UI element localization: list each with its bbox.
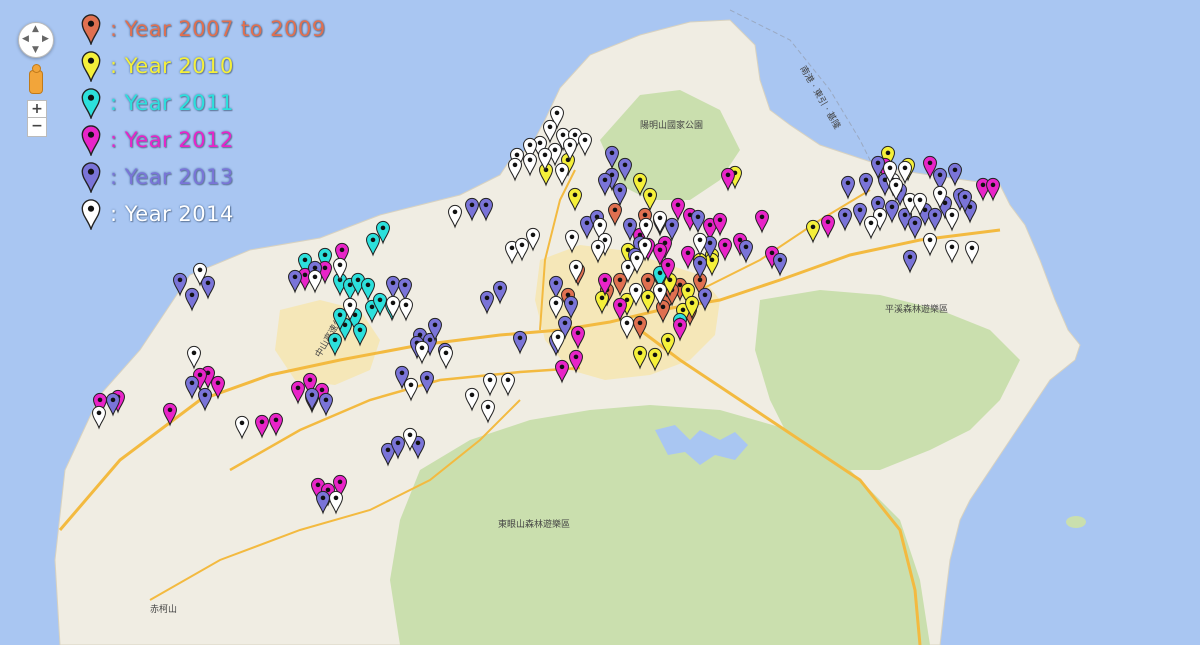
legend-label: : Year 2014 xyxy=(110,201,234,226)
legend-pin-icon xyxy=(81,198,101,230)
legend-pin-icon xyxy=(81,161,101,193)
pan-right-icon[interactable]: ▶ xyxy=(42,35,49,44)
legend-pin-icon xyxy=(81,50,101,82)
legend-pin-icon xyxy=(81,87,101,119)
label-pinglin: 平溪森林遊樂區 xyxy=(885,303,948,315)
legend-item-2012: : Year 2012 xyxy=(78,121,326,158)
street-view-pegman-icon[interactable] xyxy=(30,65,42,93)
legend: : Year 2007 to 2009 : Year 2010 : Year 2… xyxy=(78,10,326,232)
label-chikeshan: 赤柯山 xyxy=(150,603,177,615)
pan-left-icon[interactable]: ◀ xyxy=(22,35,29,44)
legend-item-2011: : Year 2011 xyxy=(78,84,326,121)
pan-up-icon[interactable]: ▲ xyxy=(32,25,39,34)
pan-control[interactable]: ▲ ▼ ◀ ▶ xyxy=(18,22,54,58)
label-yangmingshan: 陽明山國家公園 xyxy=(640,119,703,131)
label-dongyan: 東眼山森林遊樂區 xyxy=(498,518,570,530)
legend-item-2007-2009: : Year 2007 to 2009 xyxy=(78,10,326,47)
legend-label: : Year 2010 xyxy=(110,53,234,78)
legend-item-2010: : Year 2010 xyxy=(78,47,326,84)
legend-pin-icon xyxy=(81,124,101,156)
map-viewport[interactable]: 陽明山國家公園 平溪森林遊樂區 東眼山森林遊樂區 赤柯山 南港 · 東引 · 基… xyxy=(0,0,1200,645)
pan-down-icon[interactable]: ▼ xyxy=(32,46,39,55)
legend-pin-icon xyxy=(81,13,101,45)
legend-label: : Year 2007 to 2009 xyxy=(110,16,326,41)
legend-label: : Year 2013 xyxy=(110,164,234,189)
zoom-out-button[interactable]: − xyxy=(27,117,47,137)
legend-label: : Year 2011 xyxy=(110,90,234,115)
island xyxy=(1066,516,1086,528)
legend-item-2013: : Year 2013 xyxy=(78,158,326,195)
legend-label: : Year 2012 xyxy=(110,127,234,152)
legend-item-2014: : Year 2014 xyxy=(78,195,326,232)
